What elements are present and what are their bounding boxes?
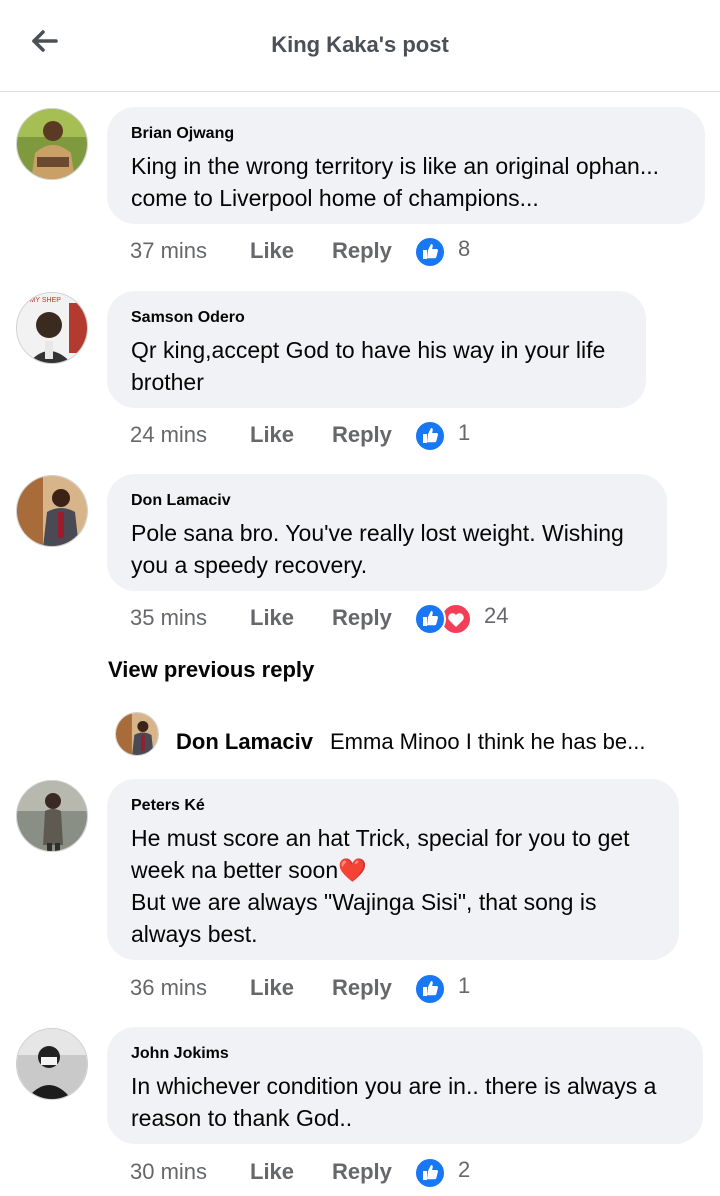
avatar[interactable]	[16, 1028, 88, 1100]
reaction-count: 1	[458, 973, 471, 998]
comment-author[interactable]: Don Lamaciv	[131, 492, 643, 510]
comment-time[interactable]: 36 mins	[130, 971, 207, 1005]
comment-bubble: John Jokims In whichever condition you a…	[107, 1027, 703, 1144]
comment-author[interactable]: Peters Ké	[131, 797, 655, 815]
like-button[interactable]: Like	[250, 971, 294, 1005]
avatar-banner-text: IS MY SHEP	[21, 297, 61, 304]
comment-bubble: Don Lamaciv Pole sana bro. You've really…	[107, 474, 667, 591]
comment-text: Qr king,accept God to have his way in yo…	[131, 337, 606, 395]
comment-author[interactable]: Samson Odero	[131, 309, 622, 327]
avatar[interactable]	[16, 780, 88, 852]
page-title: King Kaka's post	[271, 32, 449, 57]
reaction-count: 8	[458, 236, 471, 261]
like-button[interactable]: Like	[250, 601, 294, 635]
reply-button[interactable]: Reply	[332, 971, 392, 1005]
reply-button[interactable]: Reply	[332, 1155, 392, 1189]
like-icon	[414, 973, 446, 1005]
comment-time[interactable]: 37 mins	[130, 234, 207, 268]
avatar[interactable]	[16, 475, 88, 547]
like-button[interactable]: Like	[250, 1155, 294, 1189]
avatar[interactable]	[16, 108, 88, 180]
comment-text: Pole sana bro. You've really lost weight…	[131, 520, 624, 578]
reply-button[interactable]: Reply	[332, 418, 392, 452]
comment-actions: 37 mins Like Reply 8	[130, 234, 690, 268]
reply-author[interactable]: Don Lamaciv	[176, 729, 313, 755]
reply-text: Emma Minoo I think he has be...	[330, 729, 646, 754]
reply-button[interactable]: Reply	[332, 601, 392, 635]
comment-actions: 30 mins Like Reply 2	[130, 1155, 690, 1189]
comment-actions: 24 mins Like Reply 1	[130, 418, 690, 452]
comment-bubble: Samson Odero Qr king,accept God to have …	[107, 291, 646, 408]
like-icon	[414, 236, 446, 268]
comment-bubble: Brian Ojwang King in the wrong territory…	[107, 107, 705, 224]
like-button[interactable]: Like	[250, 234, 294, 268]
comment-bubble: Peters Ké He must score an hat Trick, sp…	[107, 779, 679, 960]
comment-actions: 36 mins Like Reply 1	[130, 971, 690, 1005]
reaction-count: 24	[484, 603, 509, 628]
comment-time[interactable]: 24 mins	[130, 418, 207, 452]
reaction-count: 2	[458, 1157, 471, 1182]
top-bar: King Kaka's post	[0, 0, 720, 92]
comment-author[interactable]: Brian Ojwang	[131, 125, 681, 143]
view-previous-reply-link[interactable]: View previous reply	[108, 657, 314, 683]
avatar[interactable]	[115, 712, 159, 756]
reply-preview[interactable]: Don Lamaciv Emma Minoo I think he has be…	[115, 712, 705, 758]
comment-text: King in the wrong territory is like an o…	[131, 153, 660, 211]
comment-time[interactable]: 30 mins	[130, 1155, 207, 1189]
like-button[interactable]: Like	[250, 418, 294, 452]
comment-text: He must score an hat Trick, special for …	[131, 825, 630, 947]
like-icon	[414, 1157, 446, 1189]
comment-actions: 35 mins Like Reply 24	[130, 601, 690, 635]
comment-text: In whichever condition you are in.. ther…	[131, 1073, 657, 1131]
avatar[interactable]: IS MY SHEP	[16, 292, 88, 364]
reaction-count: 1	[458, 420, 471, 445]
comment-time[interactable]: 35 mins	[130, 601, 207, 635]
like-icon	[414, 603, 446, 635]
comment-author[interactable]: John Jokims	[131, 1045, 679, 1063]
reply-button[interactable]: Reply	[332, 234, 392, 268]
like-icon	[414, 420, 446, 452]
